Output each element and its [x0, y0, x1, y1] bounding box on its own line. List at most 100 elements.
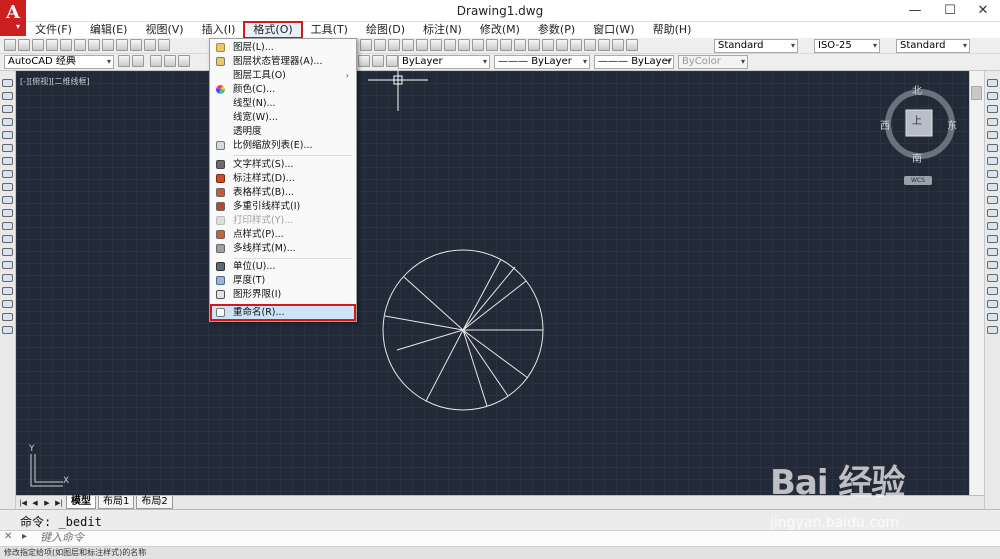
menu-item-lineweight[interactable]: 线宽(W)...	[211, 111, 355, 124]
paste-icon[interactable]	[116, 39, 128, 51]
menu-item-mleader-style[interactable]: 多重引线样式(I)	[211, 200, 355, 213]
print-icon[interactable]	[46, 39, 58, 51]
ellipse-arc-icon[interactable]	[2, 209, 13, 217]
design-center-icon[interactable]	[430, 39, 442, 51]
menu-parametric[interactable]: 参数(P)	[529, 22, 584, 38]
publish-icon[interactable]	[74, 39, 86, 51]
offset-icon[interactable]	[987, 118, 998, 126]
menu-dimension[interactable]: 标注(N)	[414, 22, 471, 38]
menu-file[interactable]: 文件(F)	[26, 22, 81, 38]
standard-toolbar-icons-right[interactable]	[360, 39, 638, 53]
menu-item-limits[interactable]: 图形界限(I)	[211, 288, 355, 301]
menu-tools[interactable]: 工具(T)	[302, 22, 357, 38]
menu-modify[interactable]: 修改(M)	[471, 22, 529, 38]
zoom4-icon[interactable]	[570, 39, 582, 51]
new-icon[interactable]	[4, 39, 16, 51]
menu-item-layer[interactable]: 图层(L)...	[211, 41, 355, 54]
trim-icon[interactable]	[987, 196, 998, 204]
help-icon[interactable]	[598, 39, 610, 51]
command-close-icon[interactable]: ✕	[4, 531, 12, 542]
markup-icon[interactable]	[472, 39, 484, 51]
wcs-menu[interactable]: WCS	[904, 176, 932, 185]
close-button[interactable]: ✕	[968, 2, 998, 20]
layer-on-icon[interactable]	[164, 55, 176, 67]
rotate-icon[interactable]	[987, 157, 998, 165]
compass-north[interactable]: 北	[912, 82, 922, 97]
workspace-icons[interactable]	[118, 55, 144, 69]
copy-icon[interactable]	[102, 39, 114, 51]
preview-icon[interactable]	[60, 39, 72, 51]
menu-item-color[interactable]: 颜色(C)...	[211, 83, 355, 96]
break-icon[interactable]	[987, 235, 998, 243]
extra1-icon[interactable]	[987, 313, 998, 321]
color-select[interactable]: ByLayer ▾	[398, 55, 490, 69]
copy-object-icon[interactable]	[987, 92, 998, 100]
compass-east[interactable]: 东	[947, 117, 957, 132]
spline-icon[interactable]	[2, 183, 13, 191]
menu-item-scale-list[interactable]: 比例缩放列表(E)...	[211, 139, 355, 152]
polyline-icon[interactable]	[2, 105, 13, 113]
minimize-button[interactable]: —	[900, 2, 930, 20]
app-menu-arrow-icon[interactable]: ▾	[16, 22, 20, 31]
zoom2-icon[interactable]	[542, 39, 554, 51]
open-icon[interactable]	[18, 39, 30, 51]
table-style-select[interactable]: Standard ▾	[896, 39, 970, 53]
add-selected-icon[interactable]	[2, 326, 13, 334]
menu-format[interactable]: 格式(O)	[243, 21, 303, 39]
app-logo[interactable]: A	[0, 0, 26, 36]
menu-draw[interactable]: 绘图(D)	[357, 22, 414, 38]
xline-icon[interactable]	[2, 92, 13, 100]
viewcube-top-face[interactable]: 上	[912, 112, 922, 127]
menu-item-dim-style[interactable]: 标注样式(D)...	[211, 172, 355, 185]
blend-icon[interactable]	[987, 287, 998, 295]
sheet-set-icon[interactable]	[458, 39, 470, 51]
text-style-select[interactable]: Standard ▾	[714, 39, 798, 53]
maximize-button[interactable]: ☐	[935, 2, 965, 20]
redo2-icon[interactable]	[514, 39, 526, 51]
layer-state-icon[interactable]	[386, 55, 398, 67]
insert-block-icon[interactable]	[2, 222, 13, 230]
modify-tool-icons[interactable]	[987, 79, 998, 334]
arc-icon[interactable]	[2, 144, 13, 152]
compass-west[interactable]: 西	[880, 117, 890, 132]
cut-icon[interactable]	[88, 39, 100, 51]
undo2-icon[interactable]	[500, 39, 512, 51]
layer-icons[interactable]	[150, 55, 190, 69]
menu-item-linetype[interactable]: 线型(N)...	[211, 97, 355, 110]
menu-item-layer-state[interactable]: 图层状态管理器(A)...	[211, 55, 355, 68]
extra2-icon[interactable]	[987, 326, 998, 334]
tab-prev-button[interactable]: ◀	[30, 498, 40, 508]
match-icon[interactable]	[130, 39, 142, 51]
save-icon[interactable]	[32, 39, 44, 51]
standard-toolbar-icons-left[interactable]	[4, 39, 170, 53]
gear-icon[interactable]	[118, 55, 130, 67]
erase-icon[interactable]	[987, 79, 998, 87]
point-icon[interactable]	[2, 248, 13, 256]
layer-icons-right[interactable]	[358, 55, 398, 69]
menu-insert[interactable]: 插入(I)	[193, 22, 245, 38]
menu-view[interactable]: 视图(V)	[136, 22, 192, 38]
mirror-icon[interactable]	[987, 105, 998, 113]
polygon-icon[interactable]	[2, 118, 13, 126]
menu-item-thickness[interactable]: 厚度(T)	[211, 274, 355, 287]
tp-icon[interactable]	[612, 39, 624, 51]
gradient-icon[interactable]	[2, 274, 13, 282]
linetype-select[interactable]: ——— ByLayer ▾	[494, 55, 590, 69]
command-prompt-icon[interactable]: ▸	[22, 531, 27, 542]
revcloud-icon[interactable]	[2, 170, 13, 178]
stretch-icon[interactable]	[987, 183, 998, 191]
menu-item-units[interactable]: 单位(U)...	[211, 260, 355, 273]
mtext-icon[interactable]	[2, 313, 13, 321]
extend-icon[interactable]	[987, 209, 998, 217]
menu-item-point-style[interactable]: 点样式(P)...	[211, 228, 355, 241]
menu-item-rename[interactable]: 重命名(R)...	[210, 304, 356, 321]
tab-layout2[interactable]: 布局2	[136, 496, 173, 509]
array-icon[interactable]	[987, 131, 998, 139]
chamfer-icon[interactable]	[987, 261, 998, 269]
properties-icon[interactable]	[416, 39, 428, 51]
line-icon[interactable]	[2, 79, 13, 87]
vertical-scrollbar-thumb[interactable]	[971, 86, 982, 100]
menu-window[interactable]: 窗口(W)	[584, 22, 643, 38]
table-icon[interactable]	[2, 300, 13, 308]
menu-item-text-style[interactable]: 文字样式(S)...	[211, 158, 355, 171]
